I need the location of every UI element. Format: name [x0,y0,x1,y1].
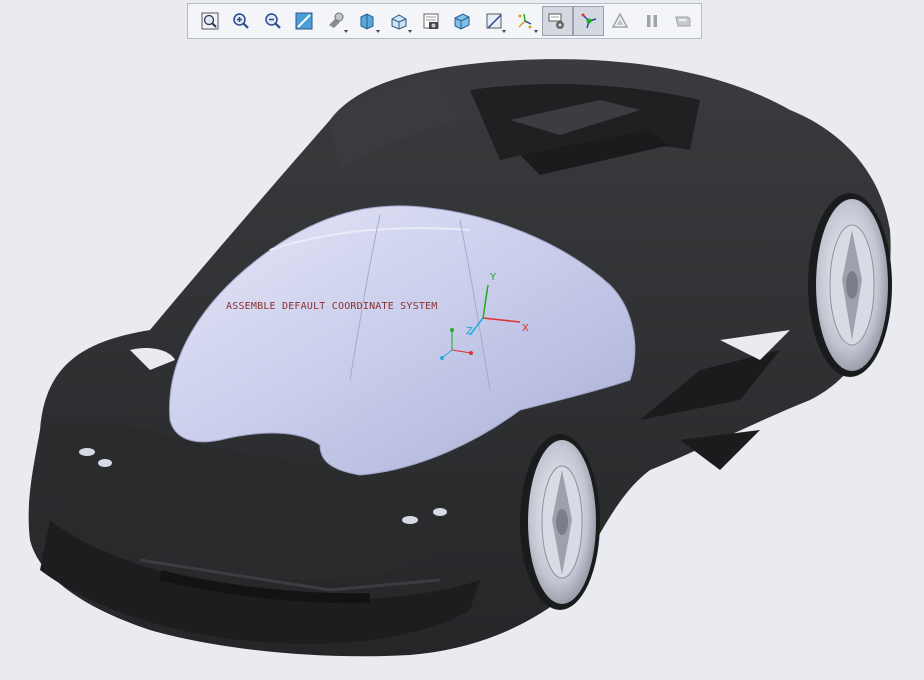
display-style-button[interactable] [352,6,383,36]
pause-button[interactable] [636,6,667,36]
dropdown-arrow-icon [533,30,538,33]
dropdown-arrow-icon [407,30,412,33]
datum-display-icon [518,13,532,29]
saved-orientations-icon [391,14,407,30]
render-style-icon [328,12,344,28]
dropdown-arrow-icon [375,30,380,33]
dropdown-arrow-icon [344,30,349,33]
perspective-button[interactable] [447,6,478,36]
spin-center-button[interactable] [573,6,605,36]
perspective-icon [454,13,470,30]
simulation-icon [611,12,629,28]
regenerate-button[interactable] [668,6,699,36]
annotation-display-icon [548,13,565,29]
simulation-button[interactable] [605,6,636,36]
display-style-icon [360,13,374,30]
view-manager-button[interactable] [415,6,446,36]
refit-icon [201,12,218,30]
view-toolbar [187,3,702,39]
repaint-button[interactable] [289,6,320,36]
spin-center-icon [581,13,596,29]
pause-icon [646,15,657,27]
axis-label-x: X [522,323,529,334]
zoom-in-icon [233,13,249,29]
refit-button[interactable] [194,6,225,36]
repaint-icon [295,12,313,30]
axis-label-y: Y [490,272,497,283]
dropdown-arrow-icon [502,30,507,33]
render-style-button[interactable] [320,6,351,36]
view-manager-icon [423,13,439,29]
section-icon [486,13,502,29]
datum-label: ASSEMBLE DEFAULT COORDINATE SYSTEM [226,301,438,312]
saved-orientations-button[interactable] [384,6,415,36]
axis-label-z: Z [466,326,473,337]
datum-display-button[interactable] [510,6,541,36]
zoom-out-icon [264,13,281,29]
zoom-out-button[interactable] [257,6,288,36]
annotation-display-button[interactable] [541,6,573,36]
car-model[interactable] [0,0,924,680]
zoom-in-button[interactable] [226,6,257,36]
section-button[interactable] [478,6,509,36]
regenerate-icon [675,16,691,27]
graphics-viewport[interactable]: ASSEMBLE DEFAULT COORDINATE SYSTEM X Y Z [0,0,924,680]
